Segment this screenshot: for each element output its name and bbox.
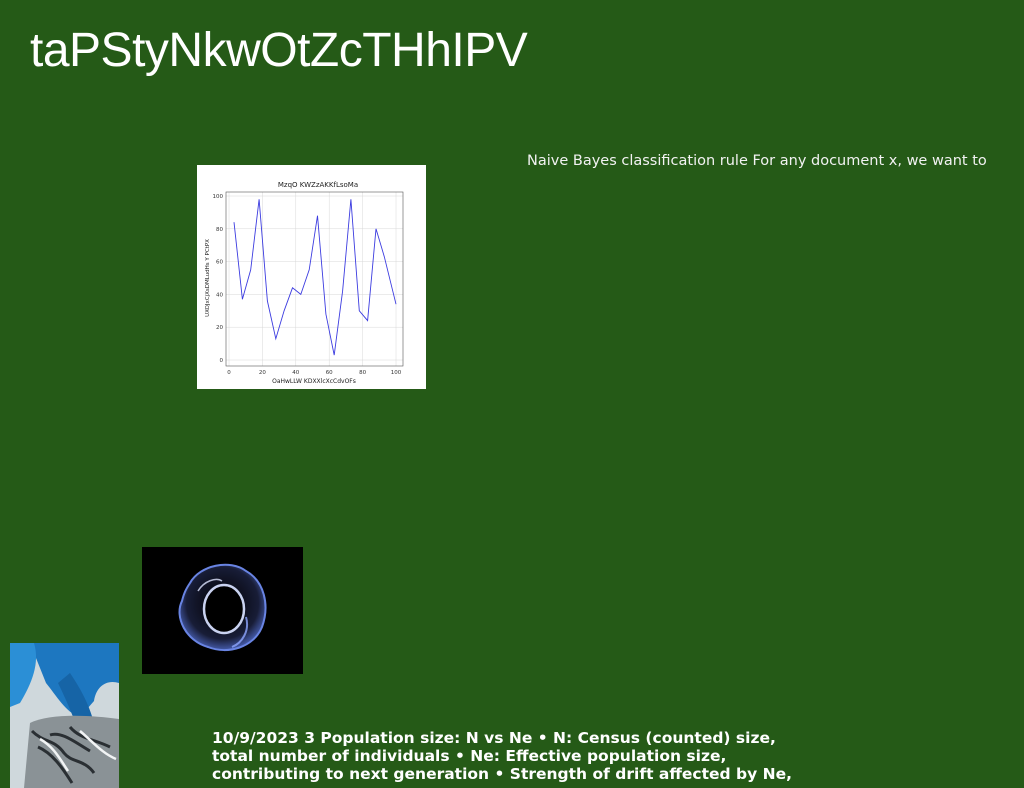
footer-text: 10/9/2023 3 Population size: N vs Ne • N…: [212, 729, 792, 783]
x-tick-label: 80: [359, 370, 366, 376]
series-line: [233, 199, 397, 356]
body-text: Naive Bayes classification rule For any …: [527, 153, 987, 169]
person-photo: [10, 643, 119, 788]
x-axis-label: OaHwLLW KDXXlcXcCdvOFs: [272, 378, 356, 385]
line-chart: MzqO KWZzAKKfLsoMa 0 20 40 60 80 100 0 20 40 60 80…: [197, 165, 426, 389]
y-tick-label: 100: [213, 194, 224, 200]
slide-title: taPStyNkwOtZcTHhIPV: [30, 24, 528, 77]
y-tick-label: 60: [216, 260, 223, 266]
chart-title: MzqO KWZzAKKfLsoMa: [278, 181, 358, 189]
x-tick-label: 20: [259, 370, 266, 376]
x-tick-label: 40: [292, 370, 299, 376]
x-tick-label: 0: [227, 370, 231, 376]
plot-frame: [225, 191, 404, 367]
y-tick-label: 0: [220, 358, 224, 364]
x-tick-label: 60: [326, 370, 333, 376]
y-tick-label: 80: [216, 227, 223, 233]
y-tick-label: 40: [216, 292, 223, 298]
y-axis-label: UXOJxCjXsDMLudHs Y PCtPX: [205, 239, 211, 317]
y-tick-label: 20: [216, 325, 223, 331]
x-tick-label: 100: [391, 370, 402, 376]
blob-image: [142, 547, 303, 674]
